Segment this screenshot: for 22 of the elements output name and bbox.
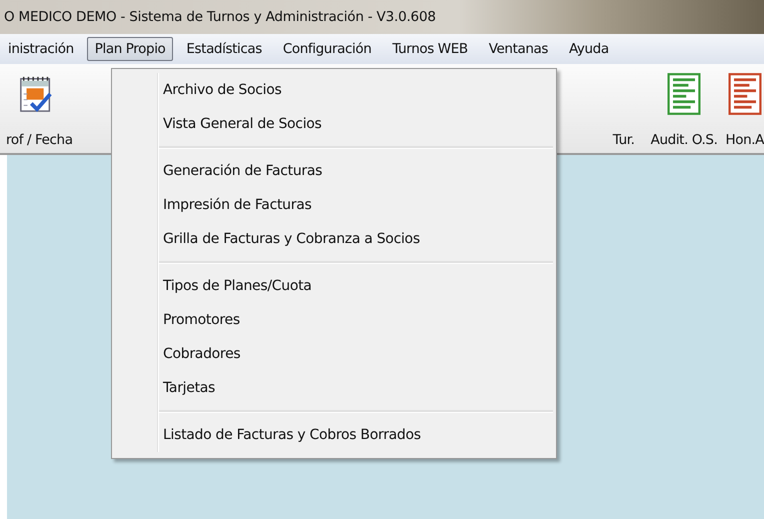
menu-item[interactable]: Turnos WEB	[384, 37, 476, 61]
menu-item[interactable]: Listado de Facturas y Cobros Borrados	[115, 418, 553, 452]
menu-item[interactable]: Tipos de Planes/Cuota	[115, 269, 553, 303]
menu-item[interactable]: Cobradores	[115, 337, 553, 371]
menu-item[interactable]: Configuración	[274, 37, 380, 61]
menu-item[interactable]: Promotores	[115, 303, 553, 337]
toolbar-button[interactable]: Hon.A	[722, 64, 764, 153]
menu-item[interactable]: Grilla de Facturas y Cobranza a Socios	[115, 222, 553, 256]
toolbar-button[interactable]: Tur.	[600, 64, 647, 153]
menu-item[interactable]: Estadísticas	[178, 37, 270, 61]
menu-item[interactable]: Generación de Facturas	[115, 154, 553, 188]
menu-item[interactable]: Tarjetas	[115, 371, 553, 405]
menu-item[interactable]: Archivo de Socios	[115, 73, 553, 107]
window-title: O MEDICO DEMO - Sistema de Turnos y Administración - V3.0.608	[4, 9, 436, 25]
toolbar-button[interactable]: Audit. O.S.	[646, 64, 722, 153]
menu-item[interactable]: Impresión de Facturas	[115, 188, 553, 222]
menu-item[interactable]: Ventanas	[480, 37, 556, 61]
menu-item[interactable]: inistración	[0, 37, 82, 61]
menu-item[interactable]: Vista General de Socios	[115, 107, 553, 141]
menu-item[interactable]: Plan Propio	[86, 37, 174, 61]
toolbar-button[interactable]: rof / Fecha	[0, 64, 77, 153]
menu-item[interactable]: Ayuda	[561, 37, 617, 61]
